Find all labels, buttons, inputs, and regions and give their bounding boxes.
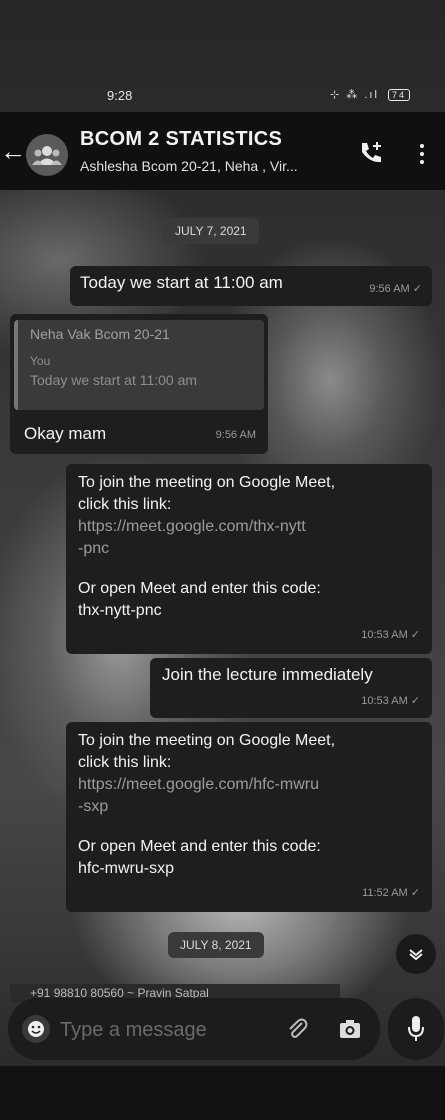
message-input[interactable] bbox=[58, 1014, 272, 1046]
message-line: Or open Meet and enter this code: bbox=[78, 580, 321, 597]
signal-icons: ⊹ ⁂ .ıl bbox=[330, 89, 379, 101]
message-line: To join the meeting on Google Meet, bbox=[78, 474, 336, 491]
bottom-bar bbox=[0, 1066, 445, 1120]
add-call-icon[interactable] bbox=[358, 140, 384, 166]
message-bubble-sent[interactable]: To join the meeting on Google Meet, clic… bbox=[66, 722, 432, 912]
message-text: Join the lecture immediately bbox=[162, 665, 373, 684]
message-timestamp: 9:56 AM bbox=[215, 429, 256, 441]
message-line: click this link: bbox=[78, 496, 172, 513]
meet-link[interactable]: https://meet.google.com/hfc-mwru bbox=[78, 774, 420, 796]
message-timestamp: 10:53 AM ✓ bbox=[361, 695, 420, 707]
meet-code: thx-nytt-pnc bbox=[78, 602, 162, 619]
meet-link-cont[interactable]: -sxp bbox=[78, 796, 420, 818]
more-options-icon[interactable] bbox=[418, 142, 426, 166]
message-composer bbox=[8, 998, 380, 1060]
camera-icon[interactable] bbox=[338, 1018, 362, 1040]
message-text: Okay mam bbox=[24, 424, 107, 443]
battery-icon: 74 bbox=[387, 89, 410, 101]
group-icon bbox=[32, 146, 62, 165]
quoted-label: You bbox=[30, 354, 51, 368]
message-line: To join the meeting on Google Meet, bbox=[78, 732, 336, 749]
date-separator: JULY 8, 2021 bbox=[168, 932, 264, 958]
quoted-text: Today we start at 11:00 am bbox=[30, 372, 198, 388]
message-bubble-sent[interactable]: To join the meeting on Google Meet, clic… bbox=[66, 464, 432, 654]
microphone-icon bbox=[408, 1016, 424, 1041]
voice-message-button[interactable] bbox=[388, 998, 444, 1060]
meet-link[interactable]: https://meet.google.com/thx-nytt bbox=[78, 516, 420, 538]
emoji-icon[interactable] bbox=[22, 1015, 50, 1043]
paperclip-icon[interactable] bbox=[284, 1016, 310, 1042]
meet-link-cont[interactable]: -pnc bbox=[78, 538, 420, 560]
message-timestamp: 9:56 AM ✓ bbox=[369, 283, 422, 295]
message-line: Or open Meet and enter this code: bbox=[78, 838, 321, 855]
status-bar: 9:28 ⊹ ⁂ .ıl 74 bbox=[0, 80, 445, 110]
group-avatar[interactable] bbox=[26, 134, 68, 176]
message-bubble-sent[interactable]: Today we start at 11:00 am 9:56 AM ✓ bbox=[70, 266, 432, 306]
quoted-sender: Neha Vak Bcom 20-21 bbox=[30, 326, 170, 342]
chat-header: ← BCOM 2 STATISTICS Ashlesha Bcom 20-21,… bbox=[0, 112, 445, 190]
message-text: Today we start at 11:00 am bbox=[80, 273, 283, 292]
back-arrow-icon[interactable]: ← bbox=[0, 136, 26, 167]
date-separator: JULY 7, 2021 bbox=[163, 218, 259, 244]
smiley-icon bbox=[28, 1021, 44, 1037]
chat-title[interactable]: BCOM 2 STATISTICS bbox=[80, 128, 282, 151]
status-icons: ⊹ ⁂ .ıl 74 bbox=[330, 88, 410, 101]
message-timestamp: 10:53 AM ✓ bbox=[361, 629, 420, 641]
meet-code: hfc-mwru-sxp bbox=[78, 860, 175, 877]
status-time: 9:28 bbox=[107, 88, 133, 103]
chat-participants[interactable]: Ashlesha Bcom 20-21, Neha , Vir... bbox=[80, 158, 298, 174]
message-bubble-sent[interactable]: Join the lecture immediately 10:53 AM ✓ bbox=[150, 658, 432, 718]
message-timestamp: 11:52 AM ✓ bbox=[362, 887, 420, 899]
scroll-down-button[interactable] bbox=[396, 934, 436, 974]
chevron-down-icon bbox=[409, 949, 423, 960]
message-line: click this link: bbox=[78, 754, 172, 771]
quoted-message[interactable]: Neha Vak Bcom 20-21 You Today we start a… bbox=[14, 320, 264, 410]
